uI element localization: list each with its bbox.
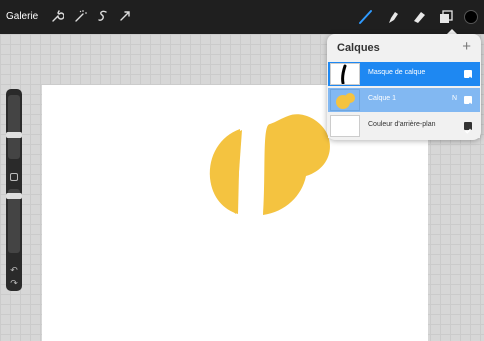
redo-button[interactable]: ↷ bbox=[6, 278, 22, 289]
layer-name: Masque de calque bbox=[368, 69, 426, 76]
undo-button[interactable]: ↶ bbox=[6, 265, 22, 276]
brush-size-thumb[interactable] bbox=[6, 132, 22, 138]
artwork-right-shape bbox=[263, 114, 330, 215]
brush-size-slider[interactable] bbox=[6, 95, 22, 159]
layer-visibility-checkbox[interactable] bbox=[464, 96, 472, 108]
modify-button[interactable] bbox=[10, 173, 18, 181]
blend-mode-button[interactable]: N bbox=[452, 95, 457, 102]
layer-visibility-checkbox[interactable] bbox=[464, 70, 472, 82]
check-icon bbox=[465, 102, 471, 108]
layers-panel-title: Calques bbox=[337, 42, 380, 54]
opacity-thumb[interactable] bbox=[6, 193, 22, 199]
layer-row-mask[interactable]: Masque de calque bbox=[328, 62, 480, 86]
add-layer-button[interactable]: + bbox=[462, 38, 471, 55]
layer-row-background-color[interactable]: Couleur d'arrière-plan bbox=[328, 114, 480, 138]
layer-thumbnail bbox=[330, 89, 360, 111]
mask-stroke-icon bbox=[341, 64, 347, 85]
artwork-left-shape bbox=[209, 129, 240, 214]
opacity-slider[interactable] bbox=[6, 189, 22, 253]
layer-art-thumbnail bbox=[336, 93, 355, 109]
check-icon bbox=[465, 128, 471, 134]
check-icon bbox=[465, 76, 471, 82]
layer-visibility-checkbox[interactable] bbox=[464, 122, 472, 134]
layer-thumbnail bbox=[330, 63, 360, 85]
layer-thumbnail bbox=[330, 115, 360, 137]
left-sidebar: ↶ ↷ bbox=[6, 89, 22, 291]
layer-name: Calque 1 bbox=[368, 95, 397, 102]
layer-name: Couleur d'arrière-plan bbox=[368, 121, 436, 128]
layers-panel: Calques + Masque de calque Calque 1 N Co… bbox=[327, 34, 481, 140]
layer-row-calque-1[interactable]: Calque 1 N bbox=[328, 88, 480, 112]
